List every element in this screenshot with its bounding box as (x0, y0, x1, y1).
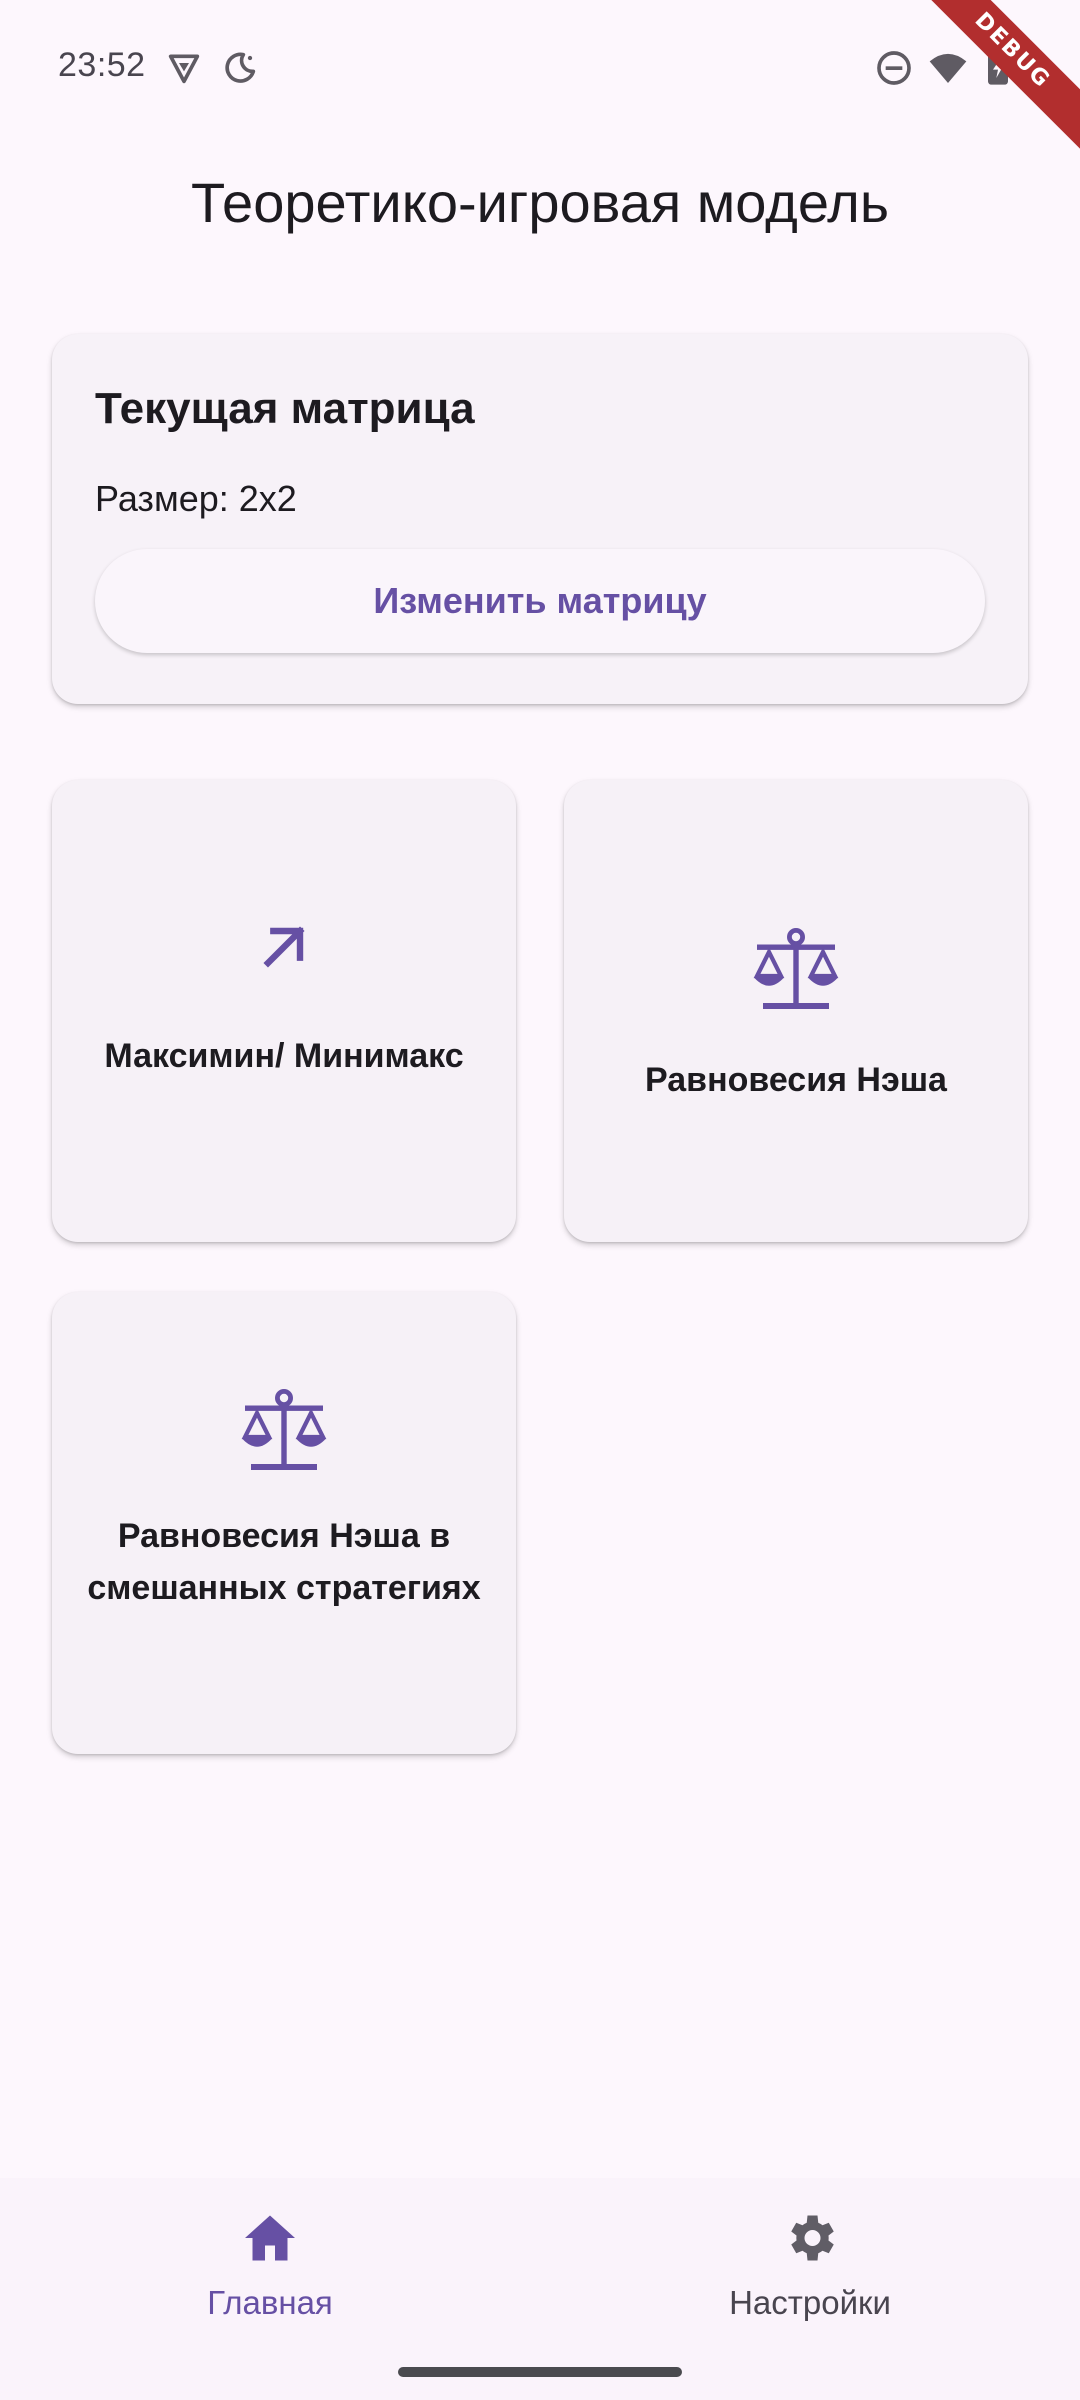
status-time: 23:52 (58, 46, 146, 84)
do-not-disturb-icon (877, 51, 911, 85)
gesture-bar[interactable] (398, 2367, 682, 2377)
matrix-size-text: Размер: 2x2 (95, 478, 297, 519)
current-matrix-card: Текущая матрица Размер: 2x2 Изменить мат… (52, 334, 1028, 704)
matrix-card-title: Текущая матрица (95, 384, 475, 433)
tile-nash-mixed-strategies[interactable]: Равновесия Нэша в смешанных стратегиях (52, 1292, 516, 1754)
tile-label: Максимин/ Минимакс (104, 1037, 464, 1075)
tile-maximin-minimax[interactable]: Максимин/ Минимакс (52, 780, 516, 1242)
nav-label-home: Главная (207, 2284, 333, 2321)
moon-icon (225, 52, 256, 83)
status-bar: 23:52 (0, 0, 1080, 130)
home-icon (245, 2215, 295, 2261)
edit-matrix-button[interactable]: Изменить матрицу (95, 549, 985, 653)
tile-label: Равновесия Нэша (645, 1061, 947, 1099)
gear-icon (791, 2215, 834, 2261)
nav-item-home[interactable]: Главная (120, 2208, 420, 2322)
page-title: Теоретико-игровая модель (190, 171, 889, 234)
tile-nash-equilibrium[interactable]: Равновесия Нэша (564, 780, 1028, 1242)
balance-scale-icon (241, 1388, 327, 1470)
nav-label-settings: Настройки (729, 2284, 891, 2321)
wifi-icon (929, 53, 967, 83)
tile-label: Равновесия Нэша в смешанных стратегиях (87, 1517, 481, 1607)
nav-item-settings[interactable]: Настройки (660, 2208, 960, 2322)
shield-icon (168, 54, 200, 84)
arrow-up-right-icon (263, 926, 305, 968)
balance-scale-icon (753, 927, 839, 1009)
